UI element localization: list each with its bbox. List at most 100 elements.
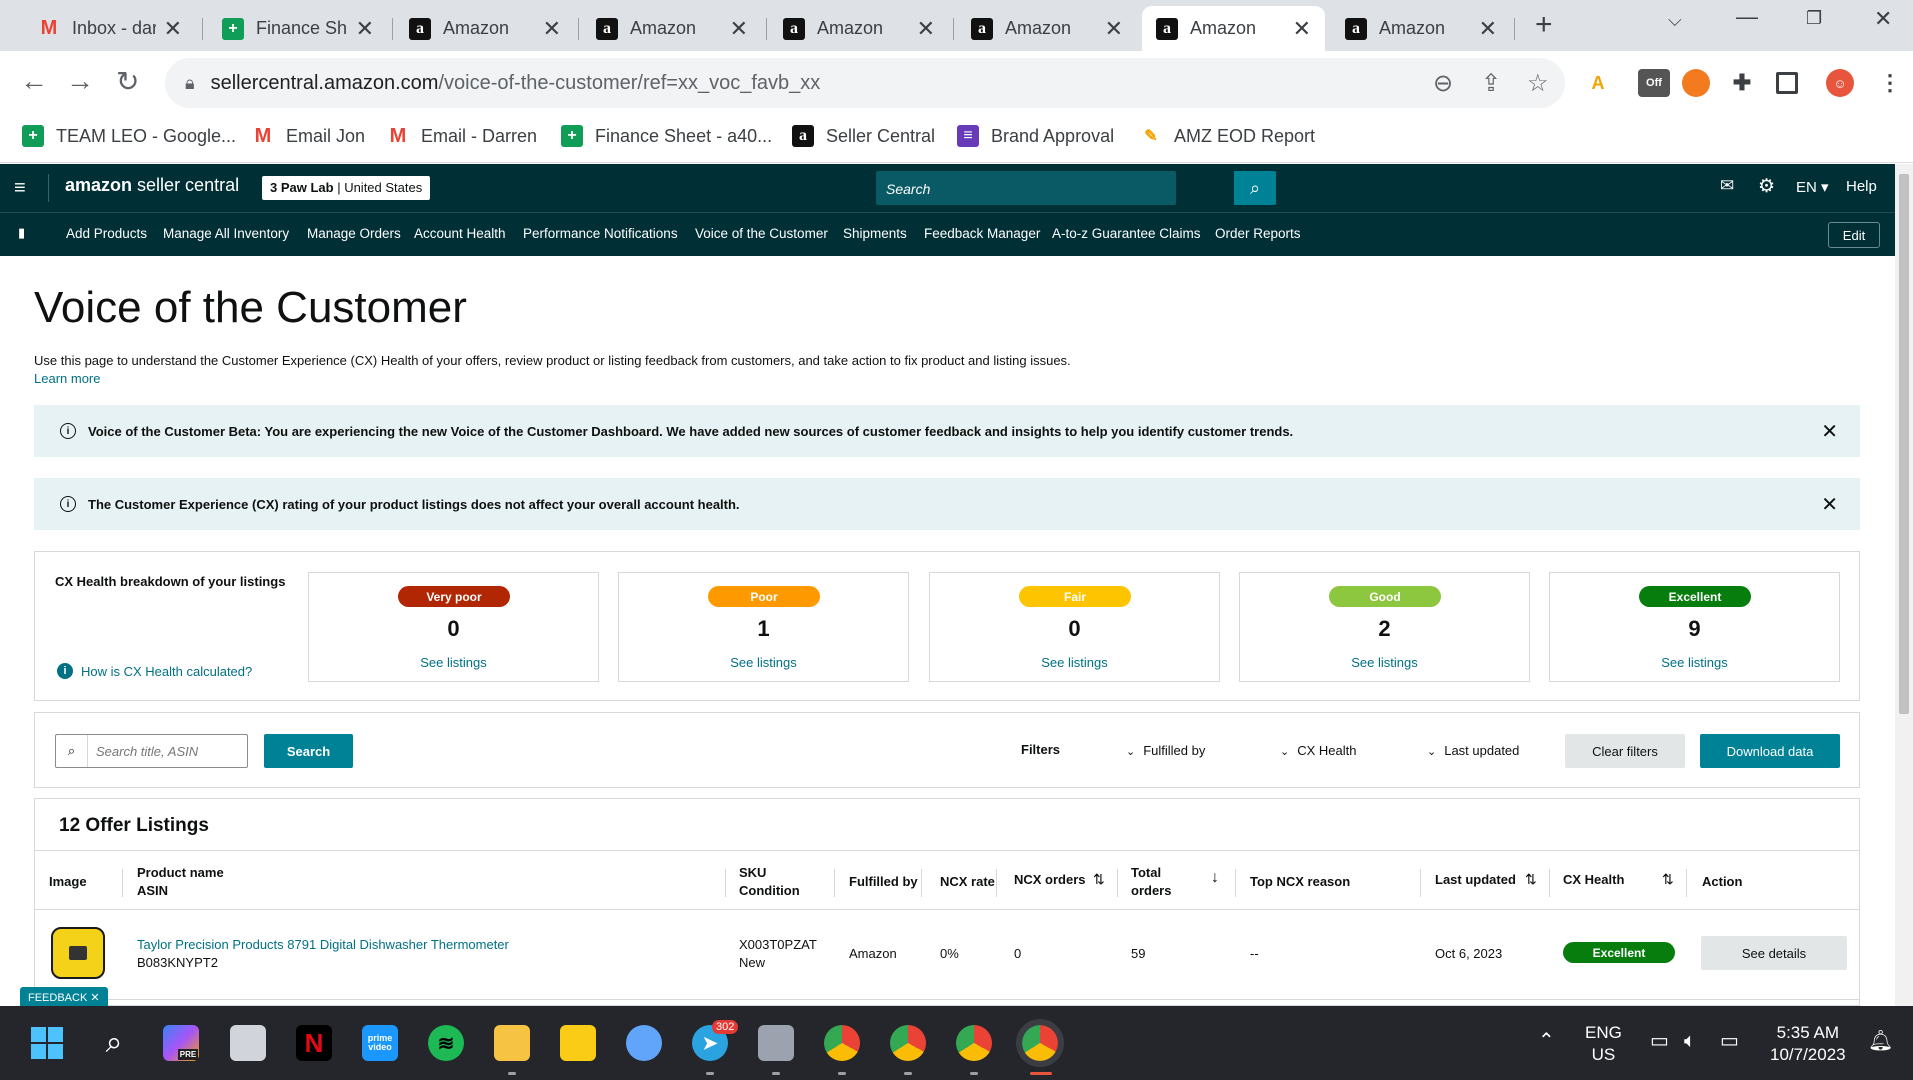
volume-icon[interactable]: 🔈︎ — [1684, 1030, 1696, 1052]
sort-icon[interactable]: ⇅ — [1662, 871, 1674, 888]
back-icon[interactable]: ← — [20, 65, 48, 97]
orange-extension-icon[interactable] — [1682, 69, 1710, 97]
page-scrollbar[interactable] — [1895, 164, 1913, 1006]
sort-icon[interactable]: ⇅ — [1525, 871, 1537, 888]
col-ncx-orders[interactable]: NCX orders — [1014, 871, 1086, 889]
sticky-notes-icon[interactable] — [560, 1025, 596, 1061]
cx-health-dropdown[interactable]: ⌄ CX Health — [1280, 743, 1356, 758]
tab-amazon-4[interactable]: a Amazon ✕ — [957, 6, 1137, 51]
feedback-tab[interactable]: FEEDBACK ✕ — [20, 987, 108, 1008]
cx-how-link[interactable]: i How is CX Health calculated? — [57, 663, 252, 679]
reload-icon[interactable]: ↻ — [116, 65, 139, 98]
menu-kebab-icon[interactable]: ⋮ — [1876, 69, 1904, 97]
copilot-icon[interactable]: PRE — [163, 1025, 199, 1061]
store-selector[interactable]: 3 Paw Lab | United States — [262, 176, 431, 200]
download-data-button[interactable]: Download data — [1700, 734, 1840, 768]
chrome-icon[interactable] — [890, 1025, 926, 1061]
tab-amazon-2[interactable]: a Amazon ✕ — [582, 6, 762, 51]
chrome-active-icon[interactable] — [1016, 1019, 1064, 1067]
nav-manage-inventory[interactable]: Manage All Inventory — [163, 226, 289, 241]
header-search-input[interactable]: Search — [876, 171, 1176, 205]
nav-feedback-manager[interactable]: Feedback Manager — [924, 226, 1040, 241]
bookmark-star-icon[interactable]: ☆ — [1527, 69, 1549, 98]
fulfilled-by-dropdown[interactable]: ⌄ Fulfilled by — [1126, 743, 1205, 758]
close-icon[interactable]: ✕ — [543, 16, 561, 42]
tab-finance-sheet[interactable]: + Finance Sh ✕ — [208, 6, 388, 51]
search-button[interactable]: Search — [264, 734, 353, 768]
col-last-updated[interactable]: Last updated — [1435, 871, 1516, 889]
col-cx-health[interactable]: CX Health — [1563, 871, 1624, 889]
gear-icon[interactable]: ⚙ — [1758, 175, 1775, 198]
paint-icon[interactable] — [626, 1025, 662, 1061]
bookmark-item[interactable]: ✎ AMZ EOD Report — [1140, 125, 1315, 147]
nav-order-reports[interactable]: Order Reports — [1215, 226, 1301, 241]
bookmark-item[interactable]: a Seller Central — [792, 125, 935, 147]
bookmark-item[interactable]: ≡ Brand Approval — [957, 125, 1114, 147]
file-explorer-icon[interactable] — [494, 1025, 530, 1061]
off-extension-icon[interactable]: Off — [1638, 69, 1670, 97]
edit-nav-button[interactable]: Edit — [1828, 222, 1880, 248]
close-icon[interactable]: ✕ — [730, 16, 748, 42]
tab-gmail[interactable]: M Inbox - dar ✕ — [24, 6, 196, 51]
nav-shipments[interactable]: Shipments — [843, 226, 907, 241]
close-icon[interactable]: ✕ — [90, 992, 99, 1004]
search-icon[interactable]: ⌕ — [96, 1025, 132, 1061]
extensions-puzzle-icon[interactable]: ✚ — [1728, 69, 1756, 97]
mail-icon[interactable]: ✉ — [1720, 176, 1734, 196]
calculator-icon[interactable] — [758, 1025, 794, 1061]
nav-account-health[interactable]: Account Health — [414, 226, 506, 241]
clear-filters-button[interactable]: Clear filters — [1565, 734, 1685, 768]
last-updated-dropdown[interactable]: ⌄ Last updated — [1427, 743, 1519, 758]
chevron-up-icon[interactable]: ⌃ — [1538, 1030, 1555, 1052]
tab-amazon-active[interactable]: a Amazon ✕ — [1142, 6, 1325, 51]
close-icon[interactable]: ✕ — [1821, 492, 1838, 517]
prime-video-icon[interactable]: prime video — [362, 1025, 398, 1061]
sort-desc-icon[interactable]: ↓ — [1211, 869, 1219, 887]
listing-search-box[interactable]: ⌕ — [55, 734, 248, 768]
language-selector[interactable]: EN ▾ — [1796, 178, 1829, 196]
see-listings-link[interactable]: See listings — [1550, 655, 1839, 670]
close-icon[interactable]: ✕ — [1821, 419, 1838, 444]
see-listings-link[interactable]: See listings — [619, 655, 908, 670]
task-view-icon[interactable] — [230, 1025, 266, 1061]
bookmark-item[interactable]: M Email Jon — [252, 125, 365, 147]
minimize-icon[interactable]: — — [1736, 4, 1758, 30]
listing-search-input[interactable] — [88, 743, 243, 759]
forward-icon[interactable]: → — [66, 65, 94, 97]
battery-icon[interactable]: ▭ — [1720, 1030, 1739, 1052]
new-tab-icon[interactable]: + — [1535, 8, 1553, 42]
notification-bell-icon[interactable]: 🔔︎ — [1868, 1030, 1893, 1052]
tab-search-icon[interactable]: ⌵ — [1668, 10, 1682, 31]
clock[interactable]: 5:35 AM 10/7/2023 — [1770, 1022, 1846, 1066]
zoom-icon[interactable]: ⊖ — [1433, 69, 1453, 98]
search-icon[interactable]: ⌕ — [1234, 171, 1276, 205]
see-details-button[interactable]: See details — [1701, 936, 1847, 970]
profile-avatar-icon[interactable]: ☺ — [1826, 69, 1854, 97]
netflix-icon[interactable]: N — [296, 1025, 332, 1061]
spotify-icon[interactable]: ≋ — [428, 1025, 464, 1061]
tab-amazon-1[interactable]: a Amazon ✕ — [395, 6, 575, 51]
seller-central-logo[interactable]: amazon seller central — [65, 175, 239, 196]
nav-atoz-claims[interactable]: A-to-z Guarantee Claims — [1052, 226, 1201, 241]
windows-start-icon[interactable] — [29, 1025, 65, 1061]
nav-performance-notifications[interactable]: Performance Notifications — [523, 226, 678, 241]
see-listings-link[interactable]: See listings — [930, 655, 1219, 670]
tab-amazon-6[interactable]: a Amazon ✕ — [1331, 6, 1511, 51]
hamburger-icon[interactable]: ≡ — [14, 177, 26, 200]
address-bar[interactable]: 🔒︎ sellercentral.amazon.com/voice-of-the… — [165, 58, 1565, 108]
scout-extension-icon[interactable]: A — [1584, 69, 1612, 97]
window-close-icon[interactable]: ✕ — [1874, 6, 1892, 32]
close-icon[interactable]: ✕ — [1479, 16, 1497, 42]
tab-amazon-3[interactable]: a Amazon ✕ — [769, 6, 949, 51]
network-icon[interactable]: ▭ — [1650, 1030, 1669, 1052]
col-total-orders[interactable]: Total orders — [1131, 864, 1171, 900]
product-name-link[interactable]: Taylor Precision Products 8791 Digital D… — [137, 936, 509, 954]
bookmark-item[interactable]: + Finance Sheet - a40... — [561, 125, 772, 147]
sort-icon[interactable]: ⇅ — [1093, 871, 1105, 888]
nav-manage-orders[interactable]: Manage Orders — [307, 226, 401, 241]
learn-more-link[interactable]: Learn more — [34, 371, 100, 386]
side-panel-icon[interactable] — [1776, 72, 1798, 94]
close-icon[interactable]: ✕ — [164, 16, 182, 42]
help-link[interactable]: Help — [1846, 178, 1877, 195]
share-icon[interactable]: ⇪ — [1481, 69, 1501, 98]
